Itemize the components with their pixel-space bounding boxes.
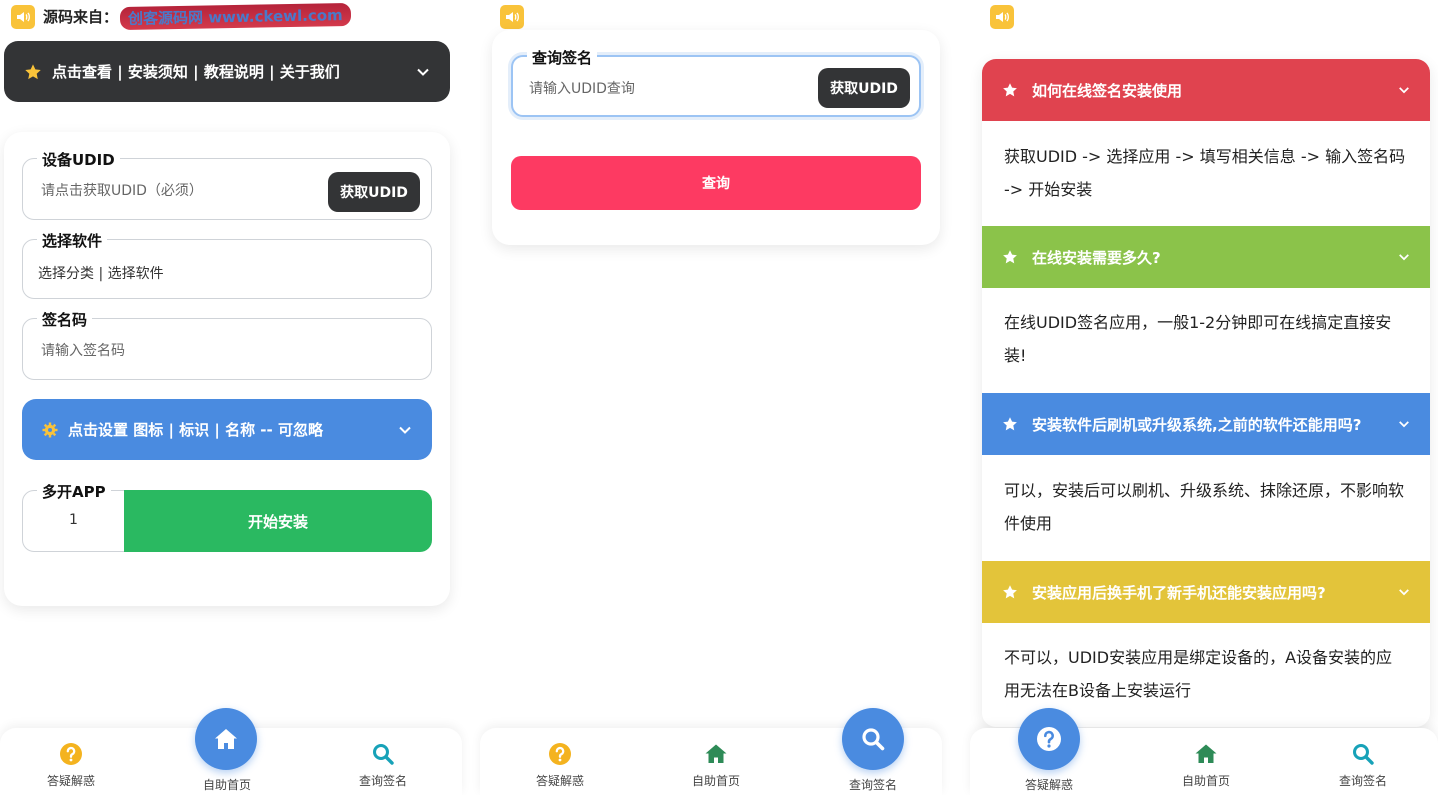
udid-legend: 设备UDID bbox=[37, 149, 120, 170]
faq-question-3[interactable]: 安装软件后刷机或升级系统,之前的软件还能用吗? bbox=[982, 393, 1430, 455]
nav-query-label: 查询签名 bbox=[358, 774, 407, 788]
sign-code-legend: 签名码 bbox=[37, 309, 93, 330]
faq-answer-3: 可以，安装后可以刷机、升级系统、抹除还原，不影响软件使用 bbox=[982, 474, 1430, 540]
nav-query[interactable]: 查询签名 bbox=[1323, 742, 1403, 789]
sign-code-input[interactable]: 请输入签名码 bbox=[41, 340, 125, 360]
star-icon bbox=[1003, 83, 1017, 97]
nav-home[interactable]: 自助首页 bbox=[1166, 742, 1246, 789]
query-legend: 查询签名 bbox=[527, 47, 598, 68]
query-button[interactable]: 查询 bbox=[511, 156, 921, 210]
chevron-down-icon bbox=[1399, 254, 1409, 261]
software-select-value[interactable]: 选择分类 | 选择软件 bbox=[38, 263, 164, 283]
source-link[interactable]: 创客源码网 www.ckewl.com bbox=[119, 2, 351, 31]
udid-input[interactable]: 请点击获取UDID（必须） bbox=[41, 180, 203, 200]
star-icon bbox=[1003, 585, 1017, 599]
nav-help[interactable]: 答疑解惑 bbox=[520, 742, 600, 789]
search-icon bbox=[862, 728, 885, 751]
multi-open-input[interactable]: 1 bbox=[69, 512, 78, 528]
faq-question-2[interactable]: 在线安装需要多久? bbox=[982, 226, 1430, 288]
question-circle-icon bbox=[60, 743, 82, 765]
nav-help-active-bubble[interactable] bbox=[1018, 708, 1080, 770]
nav-help-label: 答疑解惑 bbox=[1024, 778, 1073, 792]
nav-help[interactable]: 答疑解惑 bbox=[31, 742, 111, 789]
info-menu-toggle[interactable]: 点击查看 | 安装须知 | 教程说明 | 关于我们 bbox=[4, 41, 450, 102]
chevron-down-icon bbox=[1399, 421, 1409, 428]
nav-home-label: 自助首页 bbox=[1181, 774, 1230, 788]
software-select[interactable]: 选择软件 选择分类 | 选择软件 bbox=[22, 230, 432, 299]
sign-code-field[interactable]: 签名码 请输入签名码 bbox=[22, 309, 432, 380]
star-icon bbox=[1003, 417, 1017, 431]
chevron-down-icon bbox=[1399, 589, 1409, 596]
speaker-icon bbox=[500, 5, 524, 29]
query-get-udid-button[interactable]: 获取UDID bbox=[818, 68, 910, 108]
multi-open-legend: 多开APP bbox=[37, 481, 111, 502]
faq-question-1[interactable]: 如何在线签名安装使用 bbox=[982, 59, 1430, 121]
faq-question-4[interactable]: 安装应用后换手机了新手机还能安装应用吗? bbox=[982, 561, 1430, 623]
start-install-button[interactable]: 开始安装 bbox=[124, 490, 432, 552]
nav-home-label: 自助首页 bbox=[691, 774, 740, 788]
nav-home-active-bubble[interactable] bbox=[195, 708, 257, 770]
speaker-icon bbox=[11, 5, 35, 29]
nav-help-label: 答疑解惑 bbox=[46, 774, 95, 788]
faq-question-text: 安装应用后换手机了新手机还能安装应用吗? bbox=[1032, 583, 1326, 602]
home-icon bbox=[215, 729, 237, 749]
software-legend: 选择软件 bbox=[37, 230, 108, 251]
nav-home[interactable]: 自助首页 bbox=[676, 742, 756, 789]
info-menu-label: 点击查看 | 安装须知 | 教程说明 | 关于我们 bbox=[52, 63, 340, 81]
faq-question-text: 如何在线签名安装使用 bbox=[1032, 81, 1183, 100]
nav-query-label: 查询签名 bbox=[848, 778, 897, 792]
search-icon bbox=[373, 744, 394, 765]
nav-query-label: 查询签名 bbox=[1338, 774, 1387, 788]
query-udid-input[interactable]: 请输入UDID查询 bbox=[529, 78, 635, 98]
install-panel: 源码来自： 创客源码网 www.ckewl.com 点击查看 | 安装须知 | … bbox=[0, 0, 462, 795]
source-label: 源码来自： bbox=[43, 8, 119, 26]
star-icon bbox=[25, 63, 41, 79]
chevron-down-icon bbox=[417, 68, 429, 76]
nav-query-active-bubble[interactable] bbox=[842, 708, 904, 770]
nav-query[interactable]: 查询签名 bbox=[343, 742, 423, 789]
settings-toggle[interactable]: 点击设置 图标 | 标识 | 名称 -- 可忽略 bbox=[22, 399, 432, 460]
speaker-icon bbox=[990, 5, 1014, 29]
question-circle-icon bbox=[549, 743, 571, 765]
home-icon bbox=[1195, 744, 1217, 763]
udid-field[interactable]: 设备UDID 请点击获取UDID（必须） 获取UDID bbox=[22, 149, 432, 220]
question-circle-icon bbox=[1037, 727, 1061, 751]
home-icon bbox=[705, 744, 727, 763]
query-udid-field[interactable]: 查询签名 请输入UDID查询 获取UDID bbox=[511, 47, 921, 117]
faq-question-text: 在线安装需要多久? bbox=[1032, 248, 1161, 267]
chevron-down-icon bbox=[1399, 87, 1409, 94]
gear-icon bbox=[42, 422, 58, 437]
faq-question-text: 安装软件后刷机或升级系统,之前的软件还能用吗? bbox=[1032, 415, 1362, 434]
get-udid-button[interactable]: 获取UDID bbox=[328, 172, 420, 212]
settings-label: 点击设置 图标 | 标识 | 名称 -- 可忽略 bbox=[68, 421, 323, 439]
search-icon bbox=[1353, 744, 1374, 765]
faq-answer-4: 不可以，UDID安装应用是绑定设备的，A设备安装的应用无法在B设备上安装运行 bbox=[982, 641, 1430, 707]
star-icon bbox=[1003, 250, 1017, 264]
chevron-down-icon bbox=[399, 426, 411, 434]
faq-answer-1: 获取UDID -> 选择应用 -> 填写相关信息 -> 输入签名码 -> 开始安… bbox=[982, 140, 1430, 206]
faq-answer-2: 在线UDID签名应用，一般1-2分钟即可在线搞定直接安装! bbox=[982, 306, 1430, 372]
nav-help-label: 答疑解惑 bbox=[535, 774, 584, 788]
nav-home-label: 自助首页 bbox=[202, 778, 251, 792]
